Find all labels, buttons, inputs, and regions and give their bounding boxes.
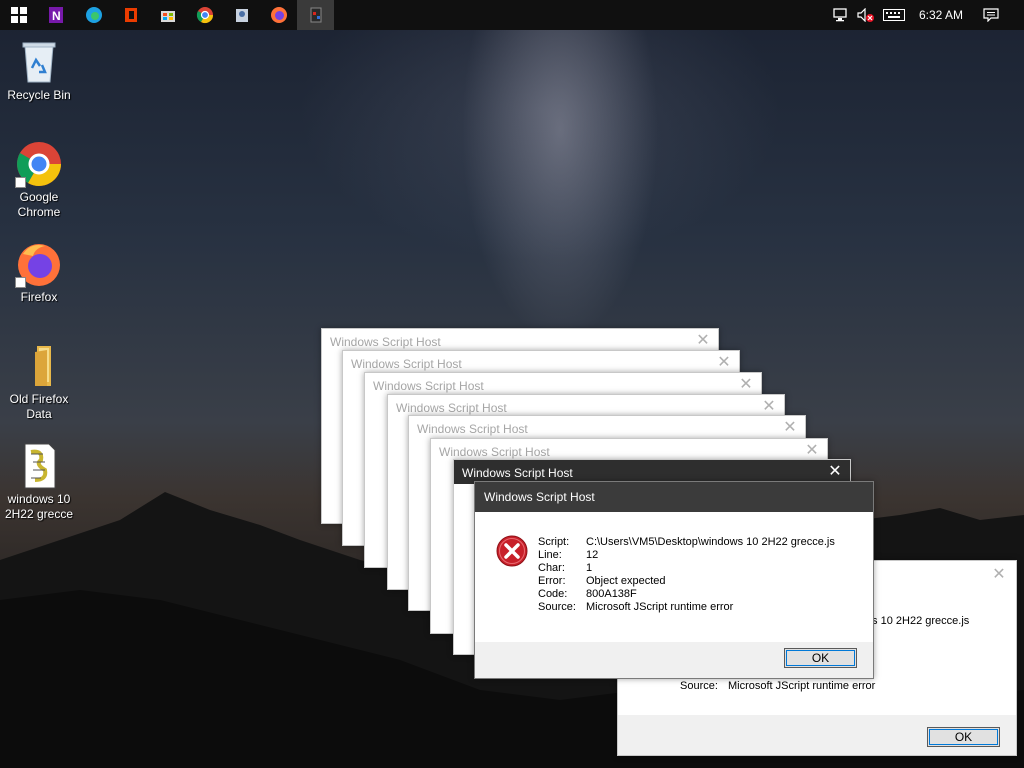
store-taskbar-button[interactable] bbox=[149, 0, 186, 30]
desktop-icon-old-firefox-data[interactable]: Old Firefox Data bbox=[1, 342, 77, 422]
error-details: Script: C:\Users\VM5\Desktop\windows 10 … bbox=[538, 536, 835, 614]
script-host-icon bbox=[310, 7, 321, 23]
start-button[interactable] bbox=[0, 0, 37, 30]
office-taskbar-button[interactable] bbox=[112, 0, 149, 30]
chrome-icon bbox=[196, 7, 213, 24]
close-icon[interactable]: ✕ bbox=[715, 354, 733, 372]
close-icon[interactable]: ✕ bbox=[990, 566, 1008, 584]
code-value: 800A138F bbox=[586, 588, 637, 600]
dialog-title: Windows Script Host bbox=[373, 379, 484, 393]
error-value: Object expected bbox=[586, 575, 666, 587]
source-value: Microsoft JScript runtime error bbox=[586, 601, 734, 613]
firefox-icon bbox=[270, 7, 287, 23]
folder-icon bbox=[15, 342, 63, 390]
keyboard-tray-button[interactable] bbox=[880, 0, 908, 30]
error-detail-row: Char: 1 bbox=[538, 562, 835, 575]
source-label: Source: bbox=[680, 680, 718, 692]
line-label: Line: bbox=[538, 549, 562, 561]
error-detail-row: Line: 12 bbox=[538, 549, 835, 562]
shortcut-arrow-icon bbox=[15, 277, 26, 288]
close-icon[interactable]: ✕ bbox=[694, 332, 712, 350]
error-icon bbox=[496, 535, 528, 567]
error-detail-row: Code: 800A138F bbox=[538, 588, 835, 601]
script-host-taskbar-button[interactable] bbox=[297, 0, 334, 30]
script-value: C:\Users\VM5\Desktop\windows 10 2H22 gre… bbox=[586, 536, 835, 548]
dialog-title: Windows Script Host bbox=[351, 357, 462, 371]
network-icon bbox=[833, 8, 847, 22]
keyboard-icon bbox=[883, 9, 905, 21]
ok-button[interactable]: OK bbox=[927, 727, 1000, 747]
firefox-icon bbox=[15, 240, 63, 288]
dialog-title: Windows Script Host bbox=[484, 490, 595, 504]
code-label: Code: bbox=[538, 588, 568, 600]
close-icon[interactable]: ✕ bbox=[760, 398, 778, 416]
dialog-title: Windows Script Host bbox=[330, 335, 441, 349]
desktop-icon-label: windows 10 2H22 grecce bbox=[4, 492, 74, 521]
dialog-footer: OK bbox=[475, 642, 873, 678]
close-icon[interactable]: ✕ bbox=[781, 419, 799, 437]
error-detail-row: Script: C:\Users\VM5\Desktop\windows 10 … bbox=[538, 536, 835, 549]
char-value: 1 bbox=[586, 562, 593, 574]
edge-icon bbox=[85, 7, 102, 23]
office-icon bbox=[124, 8, 137, 22]
dialog-title: Windows Script Host bbox=[462, 466, 573, 480]
network-tray-button[interactable] bbox=[830, 0, 852, 30]
desktop-background: N 6:32 AM Recycle Bin Google Chrome Fire… bbox=[0, 0, 1024, 768]
clock-tray-button[interactable]: 6:32 AM bbox=[912, 0, 970, 30]
close-icon[interactable]: ✕ bbox=[826, 463, 844, 481]
close-icon[interactable]: ✕ bbox=[737, 376, 755, 394]
shortcut-arrow-icon bbox=[15, 177, 26, 188]
dialog-title: Windows Script Host bbox=[417, 422, 528, 436]
chrome-icon bbox=[15, 140, 63, 188]
script-label: Script: bbox=[538, 536, 570, 548]
source-label: Source: bbox=[538, 601, 576, 613]
char-label: Char: bbox=[538, 562, 565, 574]
chrome-taskbar-button[interactable] bbox=[186, 0, 223, 30]
dialog-titlebar: Windows Script Host ✕ bbox=[409, 416, 805, 440]
desktop-icon-label: Google Chrome bbox=[17, 190, 61, 219]
dialog-footer: OK bbox=[618, 715, 1016, 755]
desktop-icon-label: Old Firefox Data bbox=[9, 392, 69, 421]
error-detail-row: Source: Microsoft JScript runtime error bbox=[538, 601, 835, 614]
firefox-taskbar-button[interactable] bbox=[260, 0, 297, 30]
action-center-button[interactable] bbox=[978, 0, 1004, 30]
script-host-dialog-main[interactable]: Windows Script Host Script: C:\Users\VM5… bbox=[474, 481, 874, 679]
script-tool-icon bbox=[235, 9, 248, 22]
clock-time: 6:32 AM bbox=[918, 8, 964, 22]
dialog-title: Windows Script Host bbox=[396, 401, 507, 415]
source-value: Microsoft JScript runtime error bbox=[728, 680, 876, 692]
dialog-titlebar: Windows Script Host bbox=[475, 482, 873, 512]
taskbar: N 6:32 AM bbox=[0, 0, 1024, 30]
dialog-title: Windows Script Host bbox=[439, 445, 550, 459]
close-icon[interactable]: ✕ bbox=[803, 442, 821, 460]
desktop-icon-label: Firefox bbox=[20, 290, 58, 304]
onenote-icon: N bbox=[48, 7, 63, 23]
volume-tray-button[interactable] bbox=[855, 0, 877, 30]
scripting-taskbar-button[interactable] bbox=[223, 0, 260, 30]
desktop-icon-firefox[interactable]: Firefox bbox=[1, 240, 77, 305]
desktop-icon-label: Recycle Bin bbox=[7, 88, 71, 102]
error-detail-row: Error: Object expected bbox=[538, 575, 835, 588]
recycle-bin-icon bbox=[15, 38, 63, 86]
onenote-taskbar-button[interactable]: N bbox=[37, 0, 74, 30]
svg-text:N: N bbox=[52, 9, 61, 23]
volume-muted-icon bbox=[857, 8, 874, 22]
notification-icon bbox=[983, 8, 999, 22]
desktop-icon-recycle-bin[interactable]: Recycle Bin bbox=[1, 38, 77, 103]
desktop-icon-google-chrome[interactable]: Google Chrome bbox=[1, 140, 77, 220]
desktop-icon-script-file[interactable]: windows 10 2H22 grecce bbox=[1, 442, 77, 522]
edge-taskbar-button[interactable] bbox=[75, 0, 112, 30]
windows-logo-icon bbox=[10, 7, 27, 23]
ok-button[interactable]: OK bbox=[784, 648, 857, 668]
line-value: 12 bbox=[586, 549, 599, 561]
store-icon bbox=[160, 11, 175, 22]
script-file-icon bbox=[15, 442, 63, 490]
script-path-partial: ows 10 2H22 grecce.js bbox=[858, 615, 970, 627]
error-label: Error: bbox=[538, 575, 566, 587]
